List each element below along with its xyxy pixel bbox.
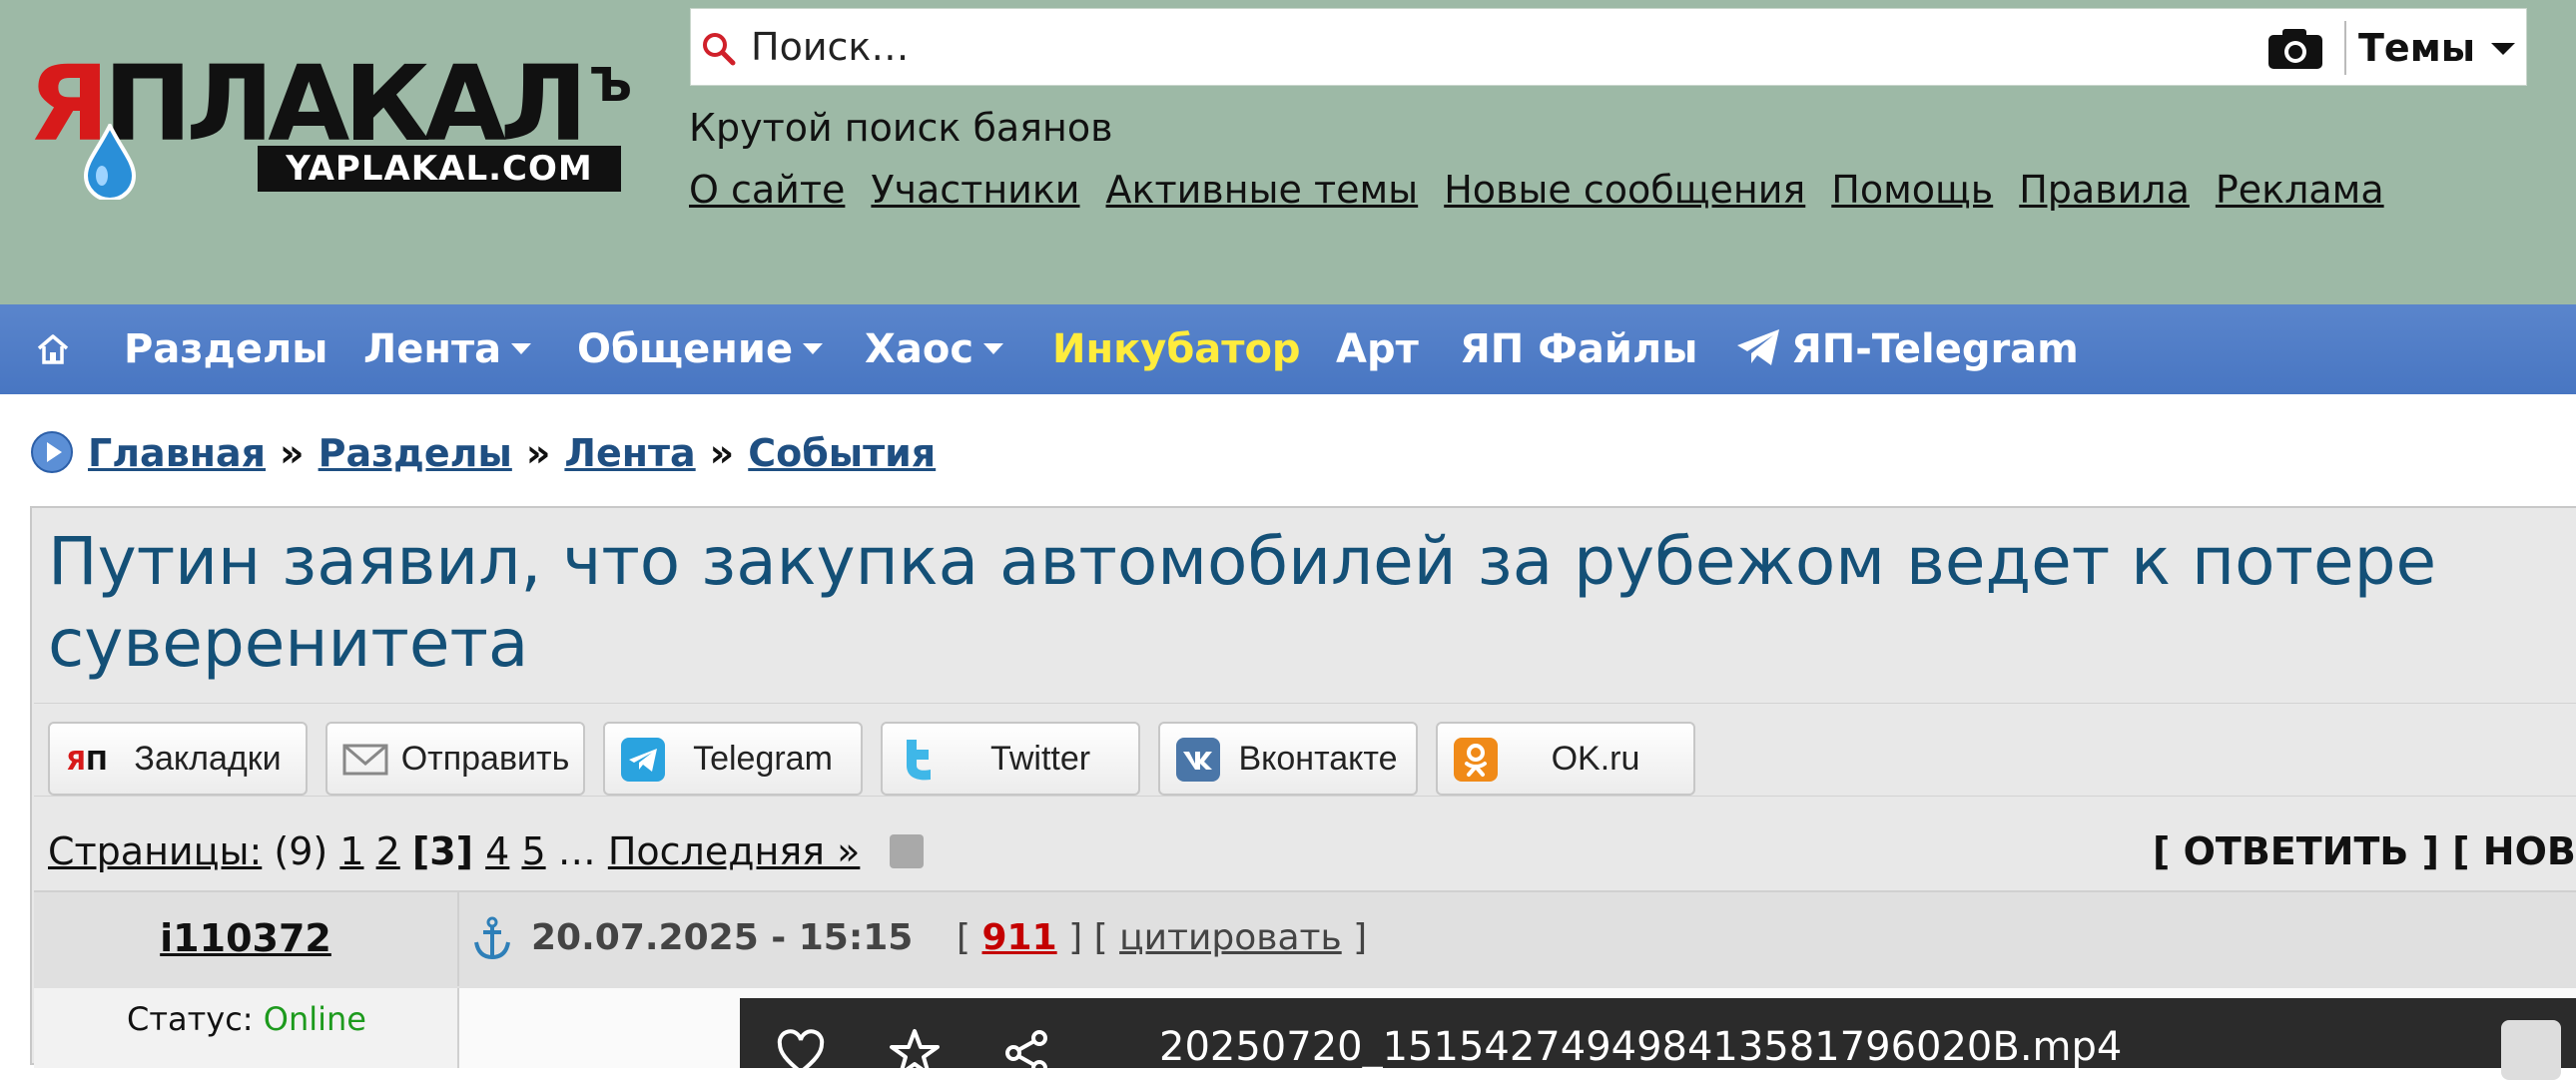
- nav-feed[interactable]: Лента: [363, 304, 532, 394]
- search-box: Темы: [690, 8, 2527, 86]
- link-advertising[interactable]: Реклама: [2216, 168, 2384, 212]
- nav-telegram[interactable]: ЯП-Telegram: [1735, 304, 2079, 394]
- status-online: Online: [263, 1000, 366, 1038]
- telegram-icon: [621, 738, 665, 782]
- logo-domain: YAPLAKAL.COM: [258, 146, 621, 192]
- link-members[interactable]: Участники: [871, 168, 1079, 212]
- link-active-topics[interactable]: Активные темы: [1106, 168, 1419, 212]
- breadcrumb-separator: »: [280, 431, 305, 475]
- share-vk-label: Вконтакте: [1238, 740, 1398, 778]
- share-bookmarks-button[interactable]: Я П Закладки: [48, 722, 308, 796]
- pagination: Страницы: (9) 1 2 [3] 4 5 … Последняя »: [48, 824, 925, 878]
- search-scope-select[interactable]: Темы: [2358, 9, 2475, 87]
- topic-title: Путин заявил, что закупка автомобилей за…: [48, 523, 2437, 682]
- post-author[interactable]: i110372: [34, 890, 459, 986]
- bracket: ]: [1353, 917, 1368, 958]
- page-last-link[interactable]: Последняя »: [608, 829, 861, 873]
- quote-link[interactable]: цитировать: [1119, 917, 1342, 958]
- nav-communication[interactable]: Общение: [577, 304, 824, 394]
- page-link[interactable]: 4: [485, 829, 509, 873]
- pagination-label[interactable]: Страницы:: [48, 829, 262, 873]
- video-player[interactable]: 20250720_151542749498413581796020B.mp4: [740, 998, 2576, 1080]
- breadcrumb-home[interactable]: Главная: [88, 431, 266, 475]
- share-vk-button[interactable]: Вконтакте: [1158, 722, 1418, 796]
- share-ok-label: OK.ru: [1551, 740, 1640, 778]
- bracket: ] [: [1068, 917, 1108, 958]
- post-meta: [ 911 ] [ цитировать ]: [957, 890, 1367, 986]
- page-current: [3]: [411, 829, 474, 873]
- top-links: О сайте Участники Активные темы Новые со…: [689, 168, 2384, 212]
- search-input[interactable]: [751, 17, 2249, 77]
- share-ok-button[interactable]: OK.ru: [1436, 722, 1695, 796]
- nav-sections[interactable]: Разделы: [124, 304, 327, 394]
- envelope-icon: [342, 744, 388, 776]
- breadcrumb-sections[interactable]: Разделы: [319, 431, 512, 475]
- share-bookmarks-label: Закладки: [134, 740, 282, 778]
- page-link[interactable]: 5: [521, 829, 545, 873]
- svg-text:Я: Я: [66, 747, 86, 777]
- pagination-menu-icon[interactable]: [890, 833, 925, 868]
- link-new-messages[interactable]: Новые сообщения: [1444, 168, 1805, 212]
- video-menu-button[interactable]: [2501, 1020, 2561, 1080]
- teardrop-icon: [83, 124, 137, 200]
- link-rules[interactable]: Правила: [2019, 168, 2190, 212]
- status-label: Статус:: [127, 1000, 254, 1038]
- ok-icon: [1454, 738, 1498, 782]
- share-twitter-button[interactable]: Twitter: [881, 722, 1140, 796]
- share-telegram-button[interactable]: Telegram: [603, 722, 863, 796]
- home-icon[interactable]: [36, 332, 70, 366]
- breadcrumb-feed[interactable]: Лента: [564, 431, 695, 475]
- search-separator: [2344, 21, 2346, 75]
- page-link[interactable]: 2: [376, 829, 400, 873]
- search-icon[interactable]: [701, 31, 737, 67]
- chevron-down-icon: [983, 342, 1004, 354]
- nav-art[interactable]: Арт: [1336, 304, 1419, 394]
- star-icon[interactable]: [890, 1028, 940, 1078]
- video-filename: 20250720_151542749498413581796020B.mp4: [1159, 1024, 2123, 1070]
- camera-icon[interactable]: [2266, 27, 2324, 71]
- bracket: [: [957, 917, 971, 958]
- site-subtitle: Крутой поиск баянов: [689, 106, 1113, 150]
- play-icon: [31, 430, 73, 473]
- link-about[interactable]: О сайте: [689, 168, 845, 212]
- svg-text:П: П: [86, 747, 108, 777]
- pagination-ellipsis: …: [557, 829, 596, 873]
- breadcrumb-separator: »: [709, 431, 735, 475]
- vk-icon: [1176, 738, 1220, 782]
- post-date: 20.07.2025 - 15:15: [531, 917, 914, 958]
- heart-icon[interactable]: [776, 1028, 826, 1078]
- anchor-icon[interactable]: [473, 916, 511, 960]
- breadcrumb-separator: »: [525, 431, 551, 475]
- post-number-link[interactable]: 911: [982, 917, 1057, 958]
- pagination-total: (9): [274, 829, 328, 873]
- nav-files[interactable]: ЯП Файлы: [1460, 304, 1697, 394]
- breadcrumb-events[interactable]: События: [748, 431, 936, 475]
- main-nav: Разделы Лента Общение Хаос Инкубатор Арт…: [0, 304, 2576, 394]
- share-send-button[interactable]: Отправить: [325, 722, 585, 796]
- telegram-icon: [1737, 329, 1779, 365]
- chevron-down-icon: [511, 342, 532, 354]
- logo-hard-sign: Ъ: [589, 58, 633, 112]
- share-bar: Я П Закладки Отправить Telegram Twitter …: [34, 703, 2576, 797]
- share-icon[interactable]: [1001, 1028, 1051, 1078]
- site-logo[interactable]: ЯПЛАКАЛ Ъ YAPLAKAL.COM: [28, 52, 632, 202]
- share-twitter-label: Twitter: [989, 740, 1091, 778]
- link-help[interactable]: Помощь: [1831, 168, 1993, 212]
- share-telegram-label: Telegram: [693, 740, 833, 778]
- breadcrumb: Главная » Разделы » Лента » События: [30, 423, 936, 483]
- page-link[interactable]: 1: [339, 829, 363, 873]
- chevron-down-icon[interactable]: [2491, 43, 2515, 55]
- share-send-label: Отправить: [400, 740, 570, 778]
- twitter-icon: [907, 740, 931, 781]
- nav-chaos[interactable]: Хаос: [865, 304, 1004, 394]
- reply-actions[interactable]: [ ОТВЕТИТЬ ] [ НОВА: [2153, 824, 2576, 878]
- author-status: Статус: Online: [34, 994, 459, 1044]
- chevron-down-icon: [803, 342, 824, 354]
- nav-incubator[interactable]: Инкубатор: [1052, 304, 1301, 394]
- yap-bookmark-icon: Я П: [66, 747, 108, 777]
